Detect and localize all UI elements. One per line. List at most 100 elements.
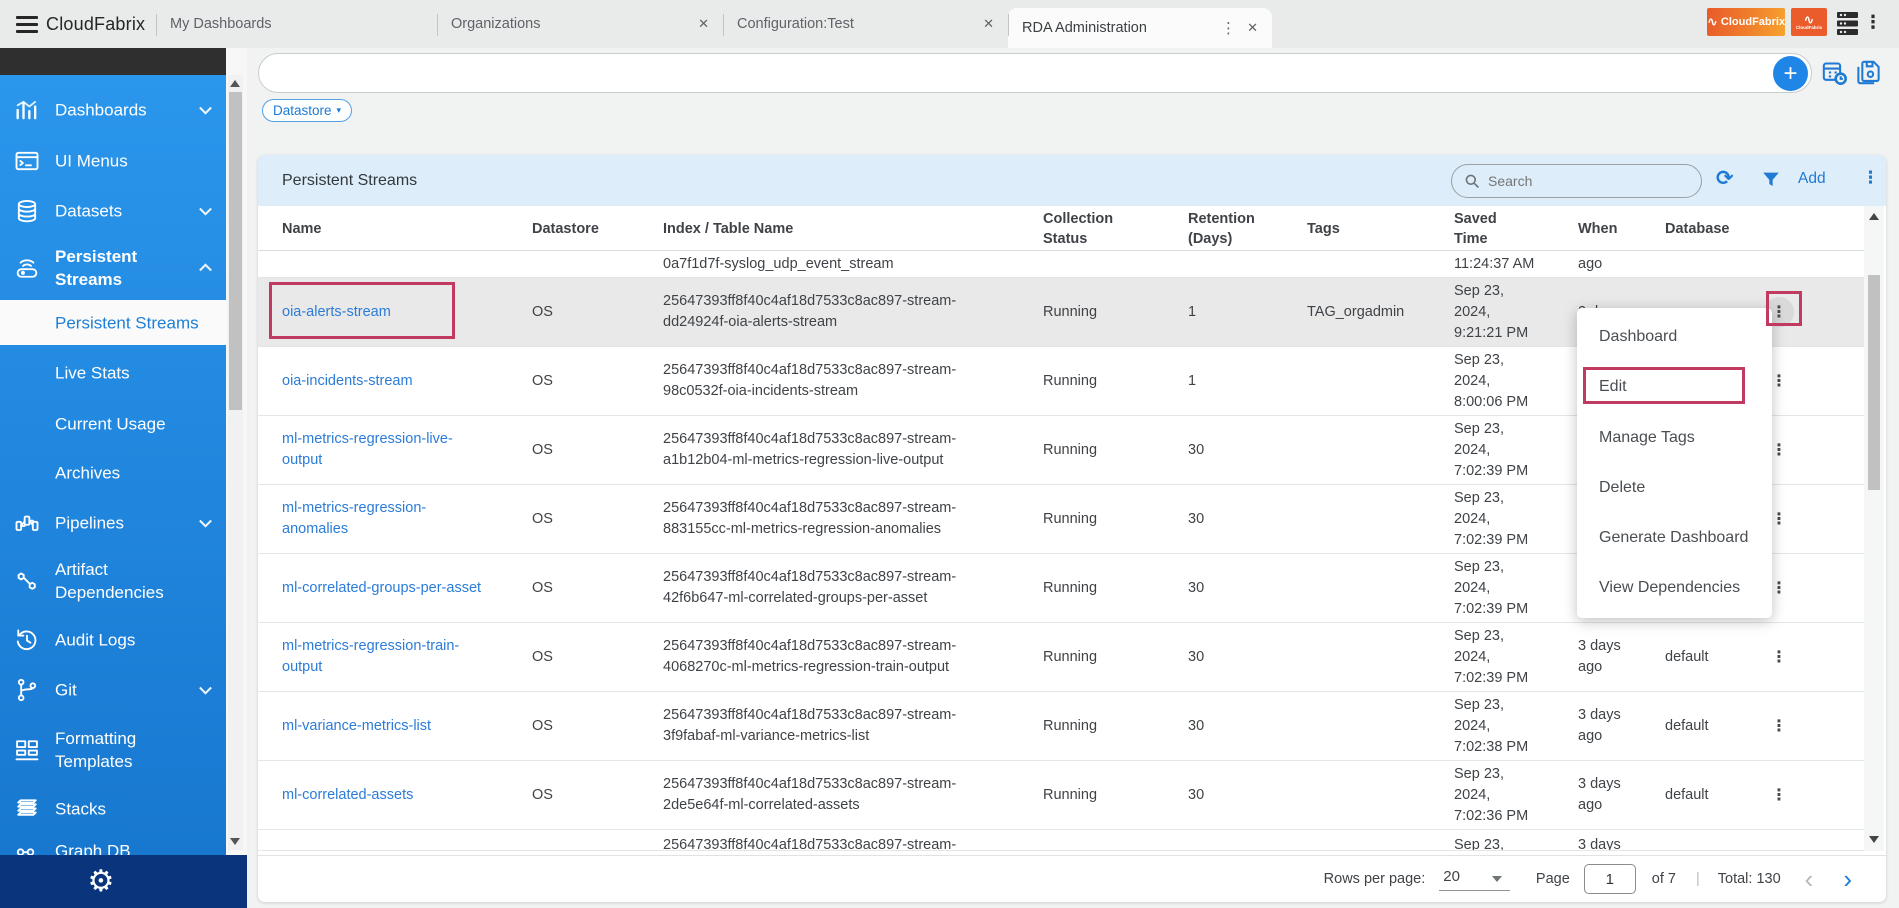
- tab-close-icon[interactable]: ✕: [1247, 20, 1258, 36]
- cell-collection-status: Running: [1043, 485, 1158, 553]
- cell-collection-status: Running: [1043, 554, 1158, 622]
- sidebar-item-git[interactable]: Git: [0, 665, 226, 715]
- sidebar-item-graph-db[interactable]: Graph DB: [0, 833, 226, 855]
- sidebar-item-label: Audit Logs: [55, 629, 135, 652]
- cell-name[interactable]: ml-metrics-regression-live- output: [282, 416, 520, 484]
- cloudfabrix-logo-icon: ∿: [1804, 15, 1815, 25]
- sidebar-item-label: Persistent Streams: [55, 311, 199, 334]
- stream-icon: [13, 254, 41, 282]
- tab-close-icon[interactable]: ✕: [983, 16, 994, 32]
- cell-name[interactable]: ml-correlated-groups-per-asset: [282, 554, 520, 622]
- server-rack-icon[interactable]: [1836, 11, 1859, 36]
- cell-datastore: OS: [532, 554, 622, 622]
- scheduled-dashboards-icon[interactable]: [1821, 59, 1848, 86]
- datastore-filter-chip[interactable]: Datastore▾: [262, 99, 352, 122]
- table-scrollbar: [1864, 206, 1884, 851]
- refresh-icon[interactable]: ⟳: [1716, 166, 1734, 191]
- tab-rda-administration[interactable]: RDA Administration⋮✕: [1008, 8, 1272, 48]
- bar-chart-icon: [13, 96, 41, 124]
- tab-configuration-test[interactable]: Configuration:Test✕: [723, 0, 1008, 48]
- add-filter-button[interactable]: +: [1773, 56, 1808, 91]
- cell-saved-time: Sep 23, 2024, 7:02:39 PM: [1454, 416, 1554, 484]
- chevron-down-icon: [1492, 876, 1502, 882]
- row-kebab-icon[interactable]: ⋮: [1764, 711, 1794, 741]
- tab-divider: [437, 14, 438, 36]
- table-scroll-down-arrow[interactable]: [1869, 836, 1879, 843]
- sidebar-item-stacks[interactable]: Stacks: [0, 784, 226, 834]
- pagination-bar: Rows per page: 20 Page of 7 | Total: 130…: [258, 855, 1886, 902]
- cell-collection-status: Running: [1043, 692, 1158, 760]
- menu-item-generate-dashboard[interactable]: Generate Dashboard: [1577, 523, 1772, 553]
- menu-item-manage-tags[interactable]: Manage Tags: [1577, 423, 1772, 453]
- global-filter-input[interactable]: [258, 53, 1812, 93]
- tab-menu-icon[interactable]: ⋮: [1221, 19, 1236, 37]
- sidebar-item-ui-menus[interactable]: UI Menus: [0, 136, 226, 186]
- menu-item-edit[interactable]: Edit: [1577, 372, 1772, 402]
- tab-organizations[interactable]: Organizations✕: [437, 0, 723, 48]
- sidebar-item-formatting-templates[interactable]: Formatting Templates: [0, 722, 226, 778]
- sidebar-item-live-stats[interactable]: Live Stats: [0, 348, 226, 398]
- settings-gear-icon[interactable]: ⚙: [88, 864, 115, 899]
- pipeline-icon: [13, 509, 41, 537]
- sidebar-item-audit-logs[interactable]: Audit Logs: [0, 615, 226, 665]
- panel-kebab-icon[interactable]: ⋮: [1862, 168, 1879, 188]
- menu-item-dashboard[interactable]: Dashboard: [1577, 322, 1772, 352]
- cell-name[interactable]: ml-metrics-regression-train- output: [282, 623, 520, 691]
- filter-funnel-icon[interactable]: [1760, 169, 1782, 191]
- tab-close-icon[interactable]: ✕: [698, 16, 709, 32]
- menu-item-delete[interactable]: Delete: [1577, 473, 1772, 503]
- page-label: Page: [1536, 871, 1570, 887]
- add-button[interactable]: Add: [1798, 170, 1826, 188]
- save-layout-icon[interactable]: [1855, 59, 1882, 86]
- cell-saved-time: Sep 23, 2024, 9:21:21 PM: [1454, 278, 1554, 346]
- rows-per-page-select[interactable]: 20: [1439, 868, 1510, 891]
- sidebar-item-current-usage[interactable]: Current Usage: [0, 399, 226, 449]
- chevron-down-icon: [199, 203, 212, 216]
- table-header-row: NameDatastoreIndex / Table NameCollectio…: [258, 206, 1864, 251]
- sidebar-scroll-up-arrow[interactable]: [230, 80, 240, 87]
- tab-label: My Dashboards: [170, 16, 272, 32]
- sidebar-item-dashboards[interactable]: Dashboards: [0, 85, 226, 135]
- sidebar-item-label: Archives: [55, 462, 120, 485]
- sidebar-item-archives[interactable]: Archives: [0, 448, 226, 498]
- cell-datastore: OS: [532, 485, 622, 553]
- row-kebab-icon[interactable]: ⋮: [1764, 642, 1794, 672]
- sidebar-scroll-thumb[interactable]: [229, 92, 242, 410]
- panel-search-input[interactable]: [1488, 173, 1668, 189]
- cell-name[interactable]: ml-correlated-assets: [282, 761, 520, 829]
- cell-index-table: 25647393ff8f40c4af18d7533c8ac897-stream-…: [663, 416, 1043, 484]
- cell-name[interactable]: oia-incidents-stream: [282, 347, 520, 415]
- menu-item-view-dependencies[interactable]: View Dependencies: [1577, 573, 1772, 603]
- cell-retention-days: 1: [1188, 347, 1283, 415]
- stacks-icon: [13, 795, 41, 823]
- cell-database: default: [1665, 692, 1760, 760]
- sidebar-scroll-down-arrow[interactable]: [230, 838, 240, 845]
- row-kebab-icon[interactable]: ⋮: [1764, 780, 1794, 810]
- cell-index-table: 25647393ff8f40c4af18d7533c8ac897-stream-…: [663, 623, 1043, 691]
- sidebar-item-datasets[interactable]: Datasets: [0, 186, 226, 236]
- sidebar-item-artifact-dependencies[interactable]: Artifact Dependencies: [0, 553, 226, 609]
- window-terminal-icon: [13, 147, 41, 175]
- sidebar-item-persistent-streams-sub[interactable]: Persistent Streams: [0, 300, 226, 345]
- cell-index-table: 25647393ff8f40c4af18d7533c8ac897-stream-…: [663, 761, 1043, 829]
- sidebar-item-pipelines[interactable]: Pipelines: [0, 498, 226, 548]
- cell-name[interactable]: ml-metrics-regression- anomalies: [282, 485, 520, 553]
- panel-search-box[interactable]: [1451, 164, 1702, 198]
- cloudfabrix-badge-small[interactable]: ∿ CloudFabrix: [1791, 8, 1827, 36]
- next-page-icon[interactable]: ›: [1843, 869, 1852, 889]
- history-clock-icon: [13, 626, 41, 654]
- table-scroll-thumb[interactable]: [1868, 275, 1880, 490]
- page-number-input[interactable]: [1584, 864, 1636, 894]
- cell-name[interactable]: oia-alerts-stream: [282, 278, 520, 346]
- sidebar-item-persistent-streams[interactable]: Persistent Streams: [0, 240, 226, 296]
- cell-retention-days: 30: [1188, 623, 1283, 691]
- table-scroll-up-arrow[interactable]: [1869, 213, 1879, 220]
- cell-retention-days: 30: [1188, 485, 1283, 553]
- cell-when: 3 days ago: [1578, 761, 1653, 829]
- previous-page-icon[interactable]: ‹: [1805, 869, 1814, 889]
- topbar-kebab-icon[interactable]: ⋮: [1864, 12, 1882, 33]
- cell-name[interactable]: ml-variance-metrics-list: [282, 692, 520, 760]
- tab-my-dashboards[interactable]: My Dashboards: [156, 0, 437, 48]
- hamburger-menu-icon[interactable]: [16, 16, 38, 33]
- cloudfabrix-badge-large[interactable]: ∿ CloudFabrix: [1707, 8, 1785, 36]
